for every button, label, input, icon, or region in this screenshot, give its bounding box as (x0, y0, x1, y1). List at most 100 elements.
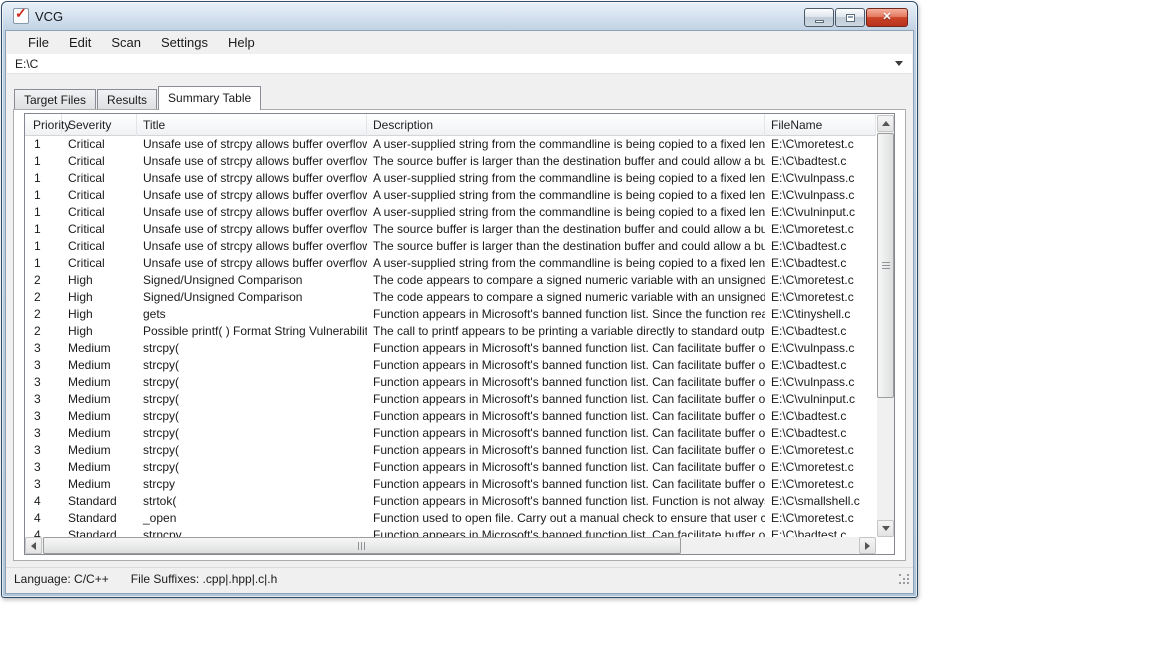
cell-severity: High (62, 289, 137, 306)
scroll-down-button[interactable] (877, 520, 894, 537)
cell-title: Possible printf( ) Format String Vulnera… (137, 323, 367, 340)
close-button[interactable]: ✕ (866, 8, 908, 27)
cell-priority: 1 (25, 204, 62, 221)
scroll-right-button[interactable] (859, 537, 876, 554)
cell-severity: Medium (62, 476, 137, 493)
cell-priority: 2 (25, 323, 62, 340)
cell-description: Function appears in Microsoft's banned f… (367, 357, 765, 374)
scroll-up-button[interactable] (877, 115, 894, 132)
scroll-left-button[interactable] (25, 537, 42, 554)
cell-description: Function appears in Microsoft's banned f… (367, 425, 765, 442)
table-row[interactable]: 1CriticalUnsafe use of strcpy allows buf… (25, 136, 876, 153)
table-row[interactable]: 1CriticalUnsafe use of strcpy allows buf… (25, 255, 876, 272)
cell-description: Function appears in Microsoft's banned f… (367, 374, 765, 391)
cell-filename: E:\C\moretest.c (765, 459, 876, 476)
cell-description: The source buffer is larger than the des… (367, 238, 765, 255)
table-row[interactable]: 3Mediumstrcpy(Function appears in Micros… (25, 442, 876, 459)
cell-title: Unsafe use of strcpy allows buffer overf… (137, 204, 367, 221)
cell-title: strtok( (137, 493, 367, 510)
cell-severity: Medium (62, 425, 137, 442)
table-row[interactable]: 1CriticalUnsafe use of strcpy allows buf… (25, 204, 876, 221)
cell-title: Unsafe use of strcpy allows buffer overf… (137, 170, 367, 187)
cell-priority: 2 (25, 289, 62, 306)
minimize-button[interactable] (804, 8, 834, 27)
cell-title: strcpy( (137, 340, 367, 357)
table-row[interactable]: 4Standard_openFunction used to open file… (25, 510, 876, 527)
table-row[interactable]: 3Mediumstrcpy(Function appears in Micros… (25, 459, 876, 476)
table-row[interactable]: 2HighSigned/Unsigned ComparisonThe code … (25, 272, 876, 289)
vertical-scroll-thumb[interactable] (877, 133, 894, 398)
cell-title: strcpy( (137, 357, 367, 374)
cell-priority: 1 (25, 255, 62, 272)
cell-severity: Critical (62, 255, 137, 272)
menu-item-settings[interactable]: Settings (151, 32, 218, 53)
tab-summary-table[interactable]: Summary Table (158, 86, 261, 110)
cell-description: Function appears in Microsoft's banned f… (367, 391, 765, 408)
cell-filename: E:\C\moretest.c (765, 510, 876, 527)
table-row[interactable]: 2HighgetsFunction appears in Microsoft's… (25, 306, 876, 323)
menu-item-edit[interactable]: Edit (59, 32, 101, 53)
status-language-label: Language: C/C++ (14, 572, 109, 586)
horizontal-scroll-thumb[interactable] (43, 537, 681, 554)
table-row[interactable]: 2HighSigned/Unsigned ComparisonThe code … (25, 289, 876, 306)
column-header-severity[interactable]: Severity (62, 114, 137, 136)
cell-description: Function appears in Microsoft's banned f… (367, 306, 765, 323)
cell-description: Function appears in Microsoft's banned f… (367, 459, 765, 476)
maximize-button[interactable] (835, 8, 865, 27)
cell-title: strcpy( (137, 442, 367, 459)
table-row[interactable]: 3Mediumstrcpy(Function appears in Micros… (25, 374, 876, 391)
cell-title: Unsafe use of strcpy allows buffer overf… (137, 187, 367, 204)
cell-description: The code appears to compare a signed num… (367, 289, 765, 306)
cell-priority: 2 (25, 306, 62, 323)
table-row[interactable]: 4StandardstrncpyFunction appears in Micr… (25, 527, 876, 537)
table-row[interactable]: 3Mediumstrcpy(Function appears in Micros… (25, 425, 876, 442)
cell-priority: 3 (25, 374, 62, 391)
menu-item-scan[interactable]: Scan (101, 32, 151, 53)
vertical-scrollbar[interactable] (877, 115, 894, 537)
tab-results[interactable]: Results (97, 89, 157, 109)
table-row[interactable]: 1CriticalUnsafe use of strcpy allows buf… (25, 170, 876, 187)
status-bar: Language: C/C++ File Suffixes: .cpp|.hpp… (6, 567, 913, 589)
path-combobox[interactable]: E:\C (7, 54, 912, 74)
cell-filename: E:\C\vulnpass.c (765, 374, 876, 391)
cell-severity: Critical (62, 204, 137, 221)
horizontal-scrollbar[interactable] (25, 537, 876, 554)
column-header-description[interactable]: Description (367, 114, 765, 136)
menu-item-file[interactable]: File (18, 32, 59, 53)
column-header-priority[interactable]: Priority (25, 114, 62, 136)
tab-target-files[interactable]: Target Files (14, 89, 96, 109)
table-row[interactable]: 3Mediumstrcpy(Function appears in Micros… (25, 408, 876, 425)
cell-severity: High (62, 272, 137, 289)
cell-severity: Standard (62, 510, 137, 527)
cell-filename: E:\C\tinyshell.c (765, 306, 876, 323)
cell-title: Unsafe use of strcpy allows buffer overf… (137, 255, 367, 272)
table-row[interactable]: 3Mediumstrcpy(Function appears in Micros… (25, 340, 876, 357)
table-row[interactable]: 1CriticalUnsafe use of strcpy allows buf… (25, 221, 876, 238)
cell-title: strcpy( (137, 374, 367, 391)
scroll-grip-icon (882, 262, 890, 270)
cell-filename: E:\C\moretest.c (765, 136, 876, 153)
cell-title: Unsafe use of strcpy allows buffer overf… (137, 136, 367, 153)
menu-item-help[interactable]: Help (218, 32, 265, 53)
cell-description: A user-supplied string from the commandl… (367, 170, 765, 187)
cell-title: Signed/Unsigned Comparison (137, 289, 367, 306)
column-header-filename[interactable]: FileName (765, 114, 876, 136)
table-row[interactable]: 1CriticalUnsafe use of strcpy allows buf… (25, 153, 876, 170)
table-row[interactable]: 3Mediumstrcpy(Function appears in Micros… (25, 357, 876, 374)
cell-filename: E:\C\moretest.c (765, 221, 876, 238)
column-header-title[interactable]: Title (137, 114, 367, 136)
table-row[interactable]: 4Standardstrtok(Function appears in Micr… (25, 493, 876, 510)
table-row[interactable]: 3Mediumstrcpy(Function appears in Micros… (25, 391, 876, 408)
table-row[interactable]: 3MediumstrcpyFunction appears in Microso… (25, 476, 876, 493)
table-row[interactable]: 1CriticalUnsafe use of strcpy allows buf… (25, 187, 876, 204)
dropdown-arrow-icon[interactable] (895, 61, 903, 66)
resize-grip[interactable] (899, 574, 911, 586)
cell-filename: E:\C\vulnpass.c (765, 187, 876, 204)
table-row[interactable]: 1CriticalUnsafe use of strcpy allows buf… (25, 238, 876, 255)
table-row[interactable]: 2HighPossible printf( ) Format String Vu… (25, 323, 876, 340)
cell-severity: Medium (62, 374, 137, 391)
cell-severity: Standard (62, 493, 137, 510)
title-bar[interactable]: VCG ✕ (5, 2, 914, 30)
scroll-grip-icon (358, 542, 366, 550)
cell-filename: E:\C\smallshell.c (765, 493, 876, 510)
